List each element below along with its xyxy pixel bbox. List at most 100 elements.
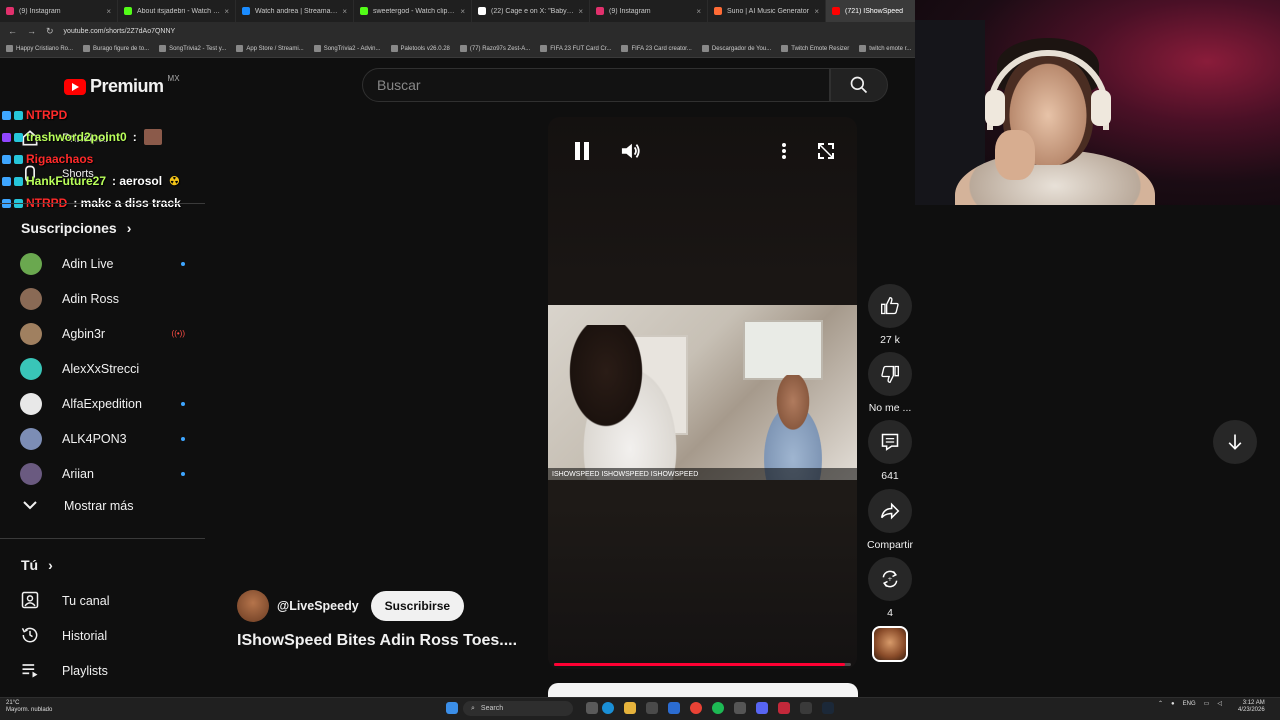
you-item[interactable]: Historial — [20, 621, 107, 651]
app-icon[interactable] — [800, 702, 812, 714]
bookmark-item[interactable]: Descargador de You... — [701, 45, 771, 52]
tab-close-icon[interactable]: × — [578, 7, 583, 16]
browser-tab[interactable]: (22) Cage e on X: "BabyAlien a × — [472, 0, 590, 22]
bookmark-item[interactable]: FIFA 23 Card creator... — [621, 45, 692, 52]
browser-tab[interactable]: Suno | AI Music Generator × — [708, 0, 826, 22]
browser-tab[interactable]: (721) IShowSpeed× — [826, 0, 915, 22]
tab-close-icon[interactable]: × — [460, 7, 465, 16]
pause-button[interactable] — [564, 133, 600, 169]
settings-icon[interactable] — [734, 702, 746, 714]
mail-icon[interactable] — [668, 702, 680, 714]
subscription-item[interactable]: ALK4PON3 — [20, 421, 185, 456]
store-icon[interactable] — [646, 702, 658, 714]
bookmarks-bar: Happy Cristiano Ro... Burago figure de to… — [0, 40, 915, 58]
subscription-item[interactable]: Adin Live — [20, 246, 185, 281]
fullscreen-button[interactable] — [808, 133, 844, 169]
remix-button[interactable]: + — [868, 557, 912, 601]
bookmark-item[interactable]: SongTrivia2 - Advin... — [313, 45, 381, 52]
spotify-icon[interactable] — [712, 702, 724, 714]
youtube-logo[interactable]: Premium MX — [64, 74, 180, 97]
browser-tab[interactable]: (9) Instagram × — [590, 0, 708, 22]
tray-chevron-up-icon[interactable]: ⌃ — [1158, 700, 1163, 707]
bookmark-favicon-icon — [459, 45, 467, 52]
browser-tab[interactable]: About itsjadebri - Watch Live o × — [118, 0, 236, 22]
bookmark-item[interactable]: (77) Razo97s Zest-A... — [459, 45, 530, 52]
weather-desc: Mayorm. nublado — [6, 707, 53, 713]
tray-mic-icon[interactable]: ● — [1171, 701, 1175, 707]
next-short-button[interactable] — [1213, 420, 1257, 464]
dislike-button[interactable] — [868, 352, 912, 396]
back-icon[interactable]: ← — [8, 26, 17, 36]
tray-lang[interactable]: ENG — [1183, 701, 1196, 707]
tab-close-icon[interactable]: × — [224, 7, 229, 16]
app-icon[interactable] — [778, 702, 790, 714]
file-explorer-icon[interactable] — [624, 702, 636, 714]
shorts-player[interactable]: ISHOWSPEED ISHOWSPEED ISHOWSPEED — [548, 117, 857, 669]
bookmark-item[interactable]: Happy Cristiano Ro... — [6, 45, 73, 52]
bookmark-item[interactable]: Twitch Emote Resizer — [781, 45, 849, 52]
volume-button[interactable] — [613, 133, 649, 169]
taskbar-clock[interactable]: 3:12 AM 4/23/2026 — [1238, 700, 1265, 714]
bookmark-item[interactable]: Paletools v26.0.28 — [390, 45, 450, 52]
bookmark-item[interactable]: Burago figure de to... — [83, 45, 149, 52]
bookmark-item[interactable]: App Store / Streami... — [236, 45, 304, 52]
you-item-label: Tu canal — [62, 594, 110, 608]
you-item[interactable]: Tu canal — [20, 586, 109, 616]
tray-network-icon[interactable]: ▭ — [1204, 700, 1210, 707]
tab-close-icon[interactable]: × — [696, 7, 701, 16]
search-button[interactable] — [830, 68, 888, 102]
channel-avatar[interactable] — [237, 590, 269, 622]
like-button[interactable] — [868, 284, 912, 328]
windows-start-icon[interactable] — [446, 702, 458, 714]
subscription-item[interactable]: Agbin3r ((•)) — [20, 316, 185, 351]
channel-handle[interactable]: @LiveSpeedy — [277, 599, 359, 613]
chrome-icon[interactable] — [690, 702, 702, 714]
bookmark-item[interactable]: twitch emote r... — [859, 45, 911, 52]
short-title[interactable]: IShowSpeed Bites Adin Ross Toes.... — [237, 632, 517, 650]
browser-tab[interactable]: (9) Instagram × — [0, 0, 118, 22]
you-heading[interactable]: Tú › — [21, 557, 53, 573]
share-button[interactable] — [868, 489, 912, 533]
tab-close-icon[interactable]: × — [814, 7, 819, 16]
subscription-name: Adin Live — [62, 256, 114, 271]
show-more-button[interactable]: Mostrar más — [20, 499, 133, 513]
subscriptions-heading[interactable]: Suscripciones › — [21, 220, 131, 236]
browser-tab[interactable]: Watch andrea | Streamable × — [236, 0, 354, 22]
thumbs-up-icon — [881, 296, 899, 315]
you-item[interactable]: Playlists — [20, 656, 108, 686]
tab-close-icon[interactable]: × — [342, 7, 347, 16]
steam-icon[interactable] — [822, 702, 834, 714]
more-options-button[interactable] — [766, 133, 802, 169]
edge-icon[interactable] — [602, 702, 614, 714]
sound-thumbnail[interactable] — [872, 626, 908, 662]
video-frame[interactable]: ISHOWSPEED ISHOWSPEED ISHOWSPEED — [548, 305, 857, 480]
taskbar-search[interactable]: ⌕ Search — [463, 701, 573, 716]
url-field[interactable]: youtube.com/shorts/2Z7dAo7QNNY — [64, 28, 176, 35]
weather-widget[interactable]: 21°C Mayorm. nublado — [6, 700, 52, 714]
subscribe-button[interactable]: Suscribirse — [370, 591, 465, 621]
webcam-headset-cup — [985, 90, 1005, 126]
bookmark-label: App Store / Streami... — [246, 45, 304, 52]
subscription-item[interactable]: Adin Ross — [20, 281, 185, 316]
system-tray[interactable]: ⌃ ● ENG ▭ ◁ — [1158, 700, 1222, 708]
browser-tab[interactable]: sweetergod - Watch clips on Ki × — [354, 0, 472, 22]
bookmark-item[interactable]: FIFA 23 FUT Card Cr... — [540, 45, 611, 52]
reload-icon[interactable]: ↻ — [46, 26, 54, 37]
subscription-item[interactable]: AlfaExpedition — [20, 386, 185, 421]
subscription-item[interactable]: Ariian — [20, 456, 185, 491]
progress-bar[interactable] — [554, 663, 851, 666]
chevron-right-icon: › — [126, 220, 132, 236]
search-input[interactable]: Buscar — [362, 68, 830, 102]
task-view-icon[interactable] — [586, 702, 598, 714]
bookmark-item[interactable]: SongTrivia2 - Test y... — [159, 45, 226, 52]
chat-text: : — [132, 130, 137, 144]
tray-volume-icon[interactable]: ◁ — [1217, 700, 1222, 707]
subscription-name: Agbin3r — [62, 326, 106, 341]
forward-icon[interactable]: → — [27, 26, 36, 36]
subscription-item[interactable]: AlexXxStrecci — [20, 351, 185, 386]
radioactive-emote-icon: ☢ — [169, 174, 180, 188]
bookmark-favicon-icon — [390, 45, 398, 52]
comments-button[interactable] — [868, 420, 912, 464]
tab-close-icon[interactable]: × — [106, 7, 111, 16]
discord-icon[interactable] — [756, 702, 768, 714]
